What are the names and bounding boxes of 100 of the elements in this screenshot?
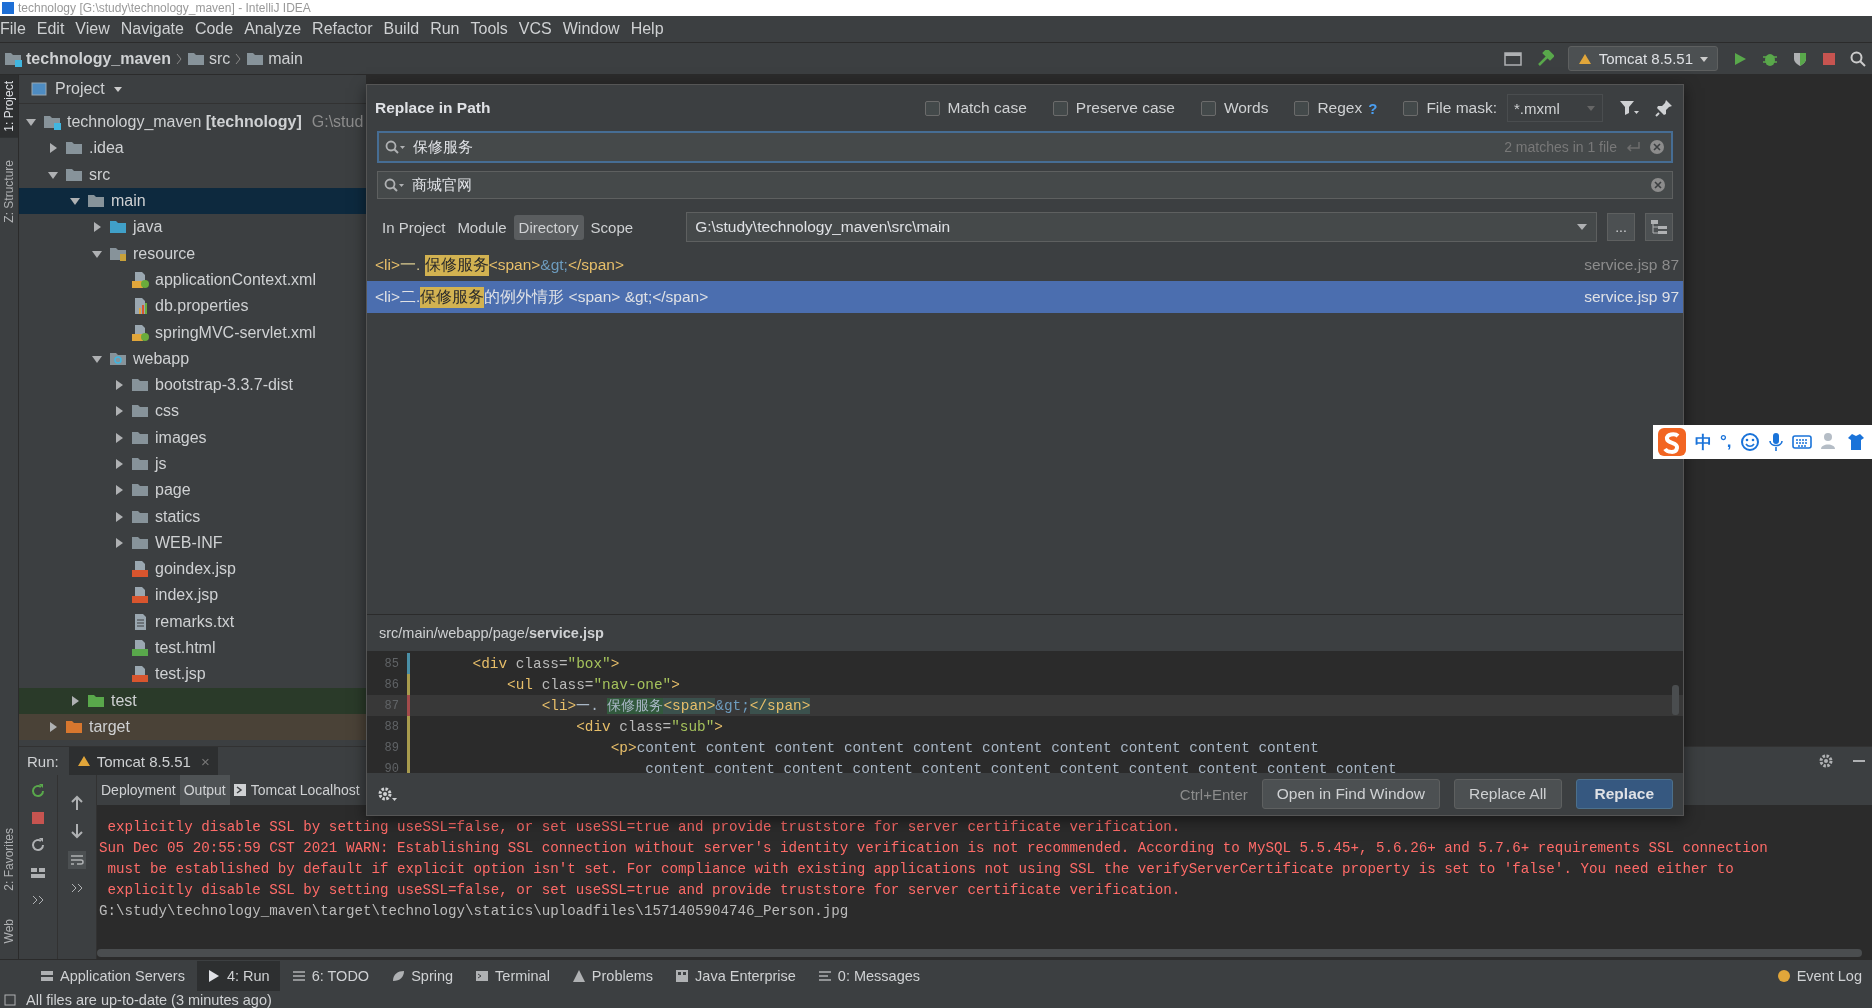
menu-item[interactable]: Run [428,20,469,38]
keyboard-icon[interactable] [1791,434,1812,450]
tree-item[interactable]: db.properties [19,293,366,320]
dialog-button[interactable]: Replace All [1454,779,1562,809]
soft-wrap-icon[interactable] [68,851,86,869]
microphone-icon[interactable] [1767,432,1784,452]
collapsed-arrow-icon[interactable] [91,221,103,234]
tree-item[interactable]: target [19,713,366,741]
tree-view-button[interactable] [1645,213,1673,241]
breadcrumb[interactable]: technology_maven [26,49,171,68]
more-icon[interactable] [70,881,84,895]
up-arrow-icon[interactable] [70,795,84,811]
breadcrumb[interactable]: src [208,49,231,68]
option-checkbox[interactable]: Words [1200,99,1269,117]
help-link[interactable]: ? [1368,99,1378,117]
event-log-tab[interactable]: Event Log [1766,961,1872,991]
scope-tab[interactable]: In Project [377,214,451,240]
run-configuration-dropdown[interactable]: Tomcat 8.5.51 [1567,46,1718,71]
result-row[interactable]: <li>二.保修服务的例外情形 <span> &gt;</span> service.jsp 97 [367,281,1683,313]
menu-item[interactable]: View [73,20,119,38]
menu-item[interactable]: VCS [516,20,561,38]
tree-item[interactable]: remarks.txt [19,608,366,635]
menu-item[interactable]: Analyze [242,20,311,38]
collapsed-arrow-icon[interactable] [113,431,125,444]
option-checkbox[interactable]: File mask: [1403,99,1497,117]
menu-item[interactable]: Build [381,20,429,38]
filter-icon[interactable] [1619,99,1639,117]
side-tab[interactable]: Z: Structure [0,153,18,229]
dialog-button[interactable]: Open in Find Window [1261,779,1440,809]
tool-window-tab[interactable]: Spring [381,961,464,991]
tree-item[interactable]: src [19,161,366,188]
tree-item[interactable]: test.html [19,634,366,662]
clear-icon[interactable] [1649,139,1665,155]
pin-icon[interactable] [1655,99,1673,117]
tree-item[interactable]: technology_maven [technology] G:\stud [19,109,366,136]
stop-icon[interactable] [31,811,45,825]
shirt-icon[interactable] [1847,432,1864,452]
tree-item[interactable]: main [19,187,366,215]
menu-item[interactable]: Tools [468,20,517,38]
window-icon[interactable] [1503,50,1522,67]
collapsed-arrow-icon[interactable] [69,694,81,707]
menu-item[interactable]: Window [560,20,629,38]
search-icon[interactable] [1850,50,1866,67]
tree-item[interactable]: WEB-INF [19,529,366,557]
settings-icon[interactable] [377,785,397,803]
smiley-icon[interactable] [1739,432,1760,452]
tree-item[interactable]: index.jsp [19,582,366,609]
menu-item[interactable]: Code [192,20,243,38]
option-checkbox[interactable]: Preserve case [1052,99,1175,117]
rerun-icon[interactable] [30,837,46,853]
clear-icon[interactable] [1650,177,1666,193]
tree-item[interactable]: java [19,214,366,241]
tool-window-tab[interactable]: 0: Messages [807,961,931,991]
menu-item[interactable]: Help [628,20,673,38]
collapsed-arrow-icon[interactable] [113,405,125,418]
dialog-button[interactable]: Replace [1575,779,1673,809]
tool-window-tab[interactable]: Application Servers [30,961,195,991]
scope-tab[interactable]: Scope [585,214,639,240]
scrollbar[interactable] [97,949,1862,957]
collapsed-arrow-icon[interactable] [113,484,125,497]
shield-icon[interactable] [1792,50,1808,67]
tree-item[interactable]: js [19,450,366,478]
menu-item[interactable]: Edit [34,20,74,38]
down-arrow-icon[interactable] [70,823,84,839]
more-icon[interactable] [31,893,45,907]
ime-mode-label[interactable]: °, [1720,432,1732,452]
replace-field[interactable]: 商城官网 [377,171,1673,199]
tree-item[interactable]: springMVC-servlet.xml [19,319,366,346]
tree-item[interactable]: page [19,477,366,504]
tool-window-tab[interactable]: Java Enterprise [665,961,806,991]
menu-item[interactable]: Refactor [310,20,382,38]
collapsed-arrow-icon[interactable] [47,142,59,155]
settings-icon[interactable] [1818,753,1834,769]
tool-window-tab[interactable]: 6: TODO [281,961,380,991]
tree-item[interactable]: .idea [19,135,366,162]
tool-window-tab[interactable]: 4: Run [196,961,280,991]
output-tab[interactable]: Deployment [97,775,180,805]
tree-item[interactable]: images [19,424,366,451]
directory-dropdown[interactable]: G:\study\technology_maven\src\main [686,212,1597,242]
collapsed-arrow-icon[interactable] [113,510,125,523]
rerun-icon[interactable] [30,783,46,799]
layout-icon[interactable] [30,865,46,881]
tool-window-tab[interactable]: Problems [561,961,664,991]
run-tab[interactable]: Tomcat 8.5.51 × [68,747,218,775]
tree-item[interactable]: statics [19,503,366,530]
side-tab[interactable]: 1: Project [0,75,18,138]
output-tab[interactable]: Output [179,775,230,805]
browse-button[interactable]: ... [1607,213,1635,241]
tree-item[interactable]: bootstrap-3.3.7-dist [19,371,366,399]
menu-item[interactable]: Navigate [118,20,193,38]
output-tab[interactable]: Tomcat Localhost [229,775,364,805]
tree-item[interactable]: resource [19,240,366,267]
collapsed-arrow-icon[interactable] [113,379,125,392]
option-checkbox[interactable]: Match case [924,99,1027,117]
ime-mode-label[interactable]: 中 [1695,430,1712,454]
tree-item[interactable]: css [19,398,366,425]
panel-title[interactable]: Project [55,80,105,98]
tool-window-tab[interactable]: Terminal [465,961,560,991]
tree-item[interactable]: test [19,687,366,714]
menu-item[interactable]: File [0,20,35,38]
